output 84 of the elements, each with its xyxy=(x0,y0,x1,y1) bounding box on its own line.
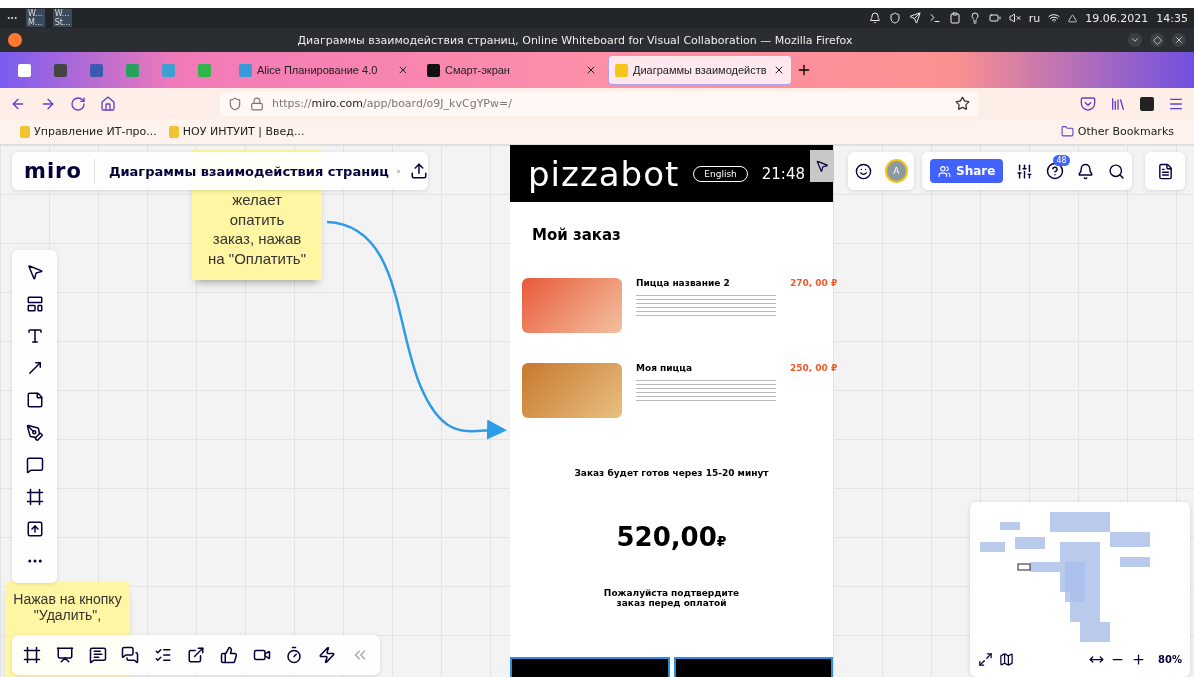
comments-icon[interactable] xyxy=(88,646,107,664)
item-name: Пицца название 2 xyxy=(636,278,731,288)
wifi-icon[interactable] xyxy=(1048,12,1061,24)
frame-icon[interactable] xyxy=(25,487,44,506)
browser-tab[interactable]: Смарт-экран xyxy=(420,55,604,85)
lock-icon[interactable] xyxy=(250,96,264,111)
clipboard-icon[interactable] xyxy=(948,12,961,24)
thumbs-up-icon[interactable] xyxy=(219,646,238,664)
miro-logo: miro xyxy=(12,159,95,183)
clock: 21:48 xyxy=(761,164,805,183)
sliders-icon[interactable] xyxy=(1016,162,1034,180)
item-name: Моя пицца xyxy=(636,363,693,373)
url-field[interactable]: https://miro.com/app/board/o9J_kvCgYPw=/ xyxy=(220,91,978,116)
app-button[interactable] xyxy=(673,657,833,677)
presentation-icon[interactable] xyxy=(55,646,74,664)
library-icon[interactable] xyxy=(1110,95,1126,112)
bookmark[interactable]: Управление ИТ-про... xyxy=(20,125,157,138)
bell-icon[interactable] xyxy=(1077,162,1095,180)
select-icon[interactable] xyxy=(25,263,44,282)
people-icon[interactable] xyxy=(938,164,951,178)
close-icon[interactable] xyxy=(397,64,409,76)
help-icon[interactable] xyxy=(1046,162,1065,180)
terminal-icon[interactable] xyxy=(928,12,941,24)
map-icon[interactable] xyxy=(999,651,1014,667)
order-total: 520,00₽ xyxy=(616,522,727,552)
zoom-in-icon[interactable] xyxy=(1131,651,1147,667)
folder-icon xyxy=(1060,125,1074,138)
browser-tab[interactable]: Alice Планирование 4.0 xyxy=(232,55,416,85)
home-icon[interactable] xyxy=(100,95,116,112)
close-icon[interactable] xyxy=(773,64,785,76)
share-screen-icon[interactable] xyxy=(187,646,205,664)
order-heading: Мой заказ xyxy=(532,226,622,244)
reload-icon[interactable] xyxy=(70,95,86,112)
browser-tab[interactable]: Диаграммы взаимодейств xyxy=(608,55,792,85)
cursor-icon[interactable] xyxy=(815,159,829,173)
close-icon[interactable] xyxy=(585,64,597,76)
time: 14:35 xyxy=(1156,11,1188,25)
frame-icon[interactable] xyxy=(23,646,41,664)
alarm-icon[interactable] xyxy=(868,12,881,24)
tray-arrow-icon[interactable] xyxy=(1068,13,1078,23)
pocket-icon[interactable] xyxy=(1080,95,1096,112)
bulb-icon[interactable] xyxy=(968,12,981,24)
star-icon[interactable] xyxy=(955,96,970,111)
date: 19.06.2021 xyxy=(1085,11,1149,25)
extension-icon[interactable] xyxy=(1140,96,1154,111)
keyboard-layout[interactable]: ru xyxy=(1028,11,1041,25)
bookmark[interactable]: НОУ ИНТУИТ | Введ... xyxy=(168,125,305,138)
chat-icon[interactable] xyxy=(121,646,140,664)
template-icon[interactable] xyxy=(25,295,44,314)
window-title: Диаграммы взаимодействия страниц, Online Whiteboard for Visual Collaboration — Mozilla Firefox xyxy=(296,33,854,47)
zoom-level[interactable]: 80% xyxy=(1158,653,1182,665)
item-price: 250, 00 ₽ xyxy=(790,363,838,375)
firefox-icon xyxy=(8,33,22,47)
smile-icon[interactable] xyxy=(854,162,872,180)
board-canvas[interactable] xyxy=(0,145,1194,677)
task-thumbnail[interactable]: W... St... xyxy=(52,9,73,27)
cursor-filter-button[interactable] xyxy=(810,150,834,182)
help-button[interactable]: 48 xyxy=(1040,155,1071,187)
timer-icon[interactable] xyxy=(285,646,304,664)
shield-icon[interactable] xyxy=(888,12,901,24)
pen-icon[interactable] xyxy=(25,423,44,442)
send-icon[interactable] xyxy=(908,12,921,24)
upload-icon[interactable] xyxy=(25,519,44,538)
ready-note: Заказ будет готов через 15-20 минут xyxy=(573,468,770,478)
app-button[interactable] xyxy=(510,657,670,677)
document-icon[interactable] xyxy=(1156,162,1174,180)
item-price: 270, 00 ₽ xyxy=(790,278,838,290)
other-bookmarks[interactable]: Other Bookmarks xyxy=(1060,125,1174,138)
help-badge: 48 xyxy=(1053,155,1070,166)
sticky-note-icon[interactable] xyxy=(25,391,44,410)
list-icon[interactable] xyxy=(154,646,173,664)
task-thumbnail[interactable]: W... M... xyxy=(26,9,45,27)
brand-logo: pizzabot xyxy=(528,153,680,194)
comment-icon[interactable] xyxy=(25,455,44,474)
search-icon[interactable] xyxy=(1108,162,1126,180)
mute-icon[interactable] xyxy=(1008,12,1021,24)
text-icon[interactable] xyxy=(25,327,44,346)
share-button[interactable]: Share xyxy=(930,159,1004,183)
battery-icon[interactable] xyxy=(988,12,1001,24)
confirm-note: Пожалуйста подтвердите заказ перед оплатой xyxy=(602,588,741,608)
expand-icon[interactable] xyxy=(978,651,993,667)
lightning-icon[interactable] xyxy=(318,646,337,664)
shield-icon[interactable] xyxy=(228,96,242,111)
new-tab-icon[interactable] xyxy=(796,62,812,78)
